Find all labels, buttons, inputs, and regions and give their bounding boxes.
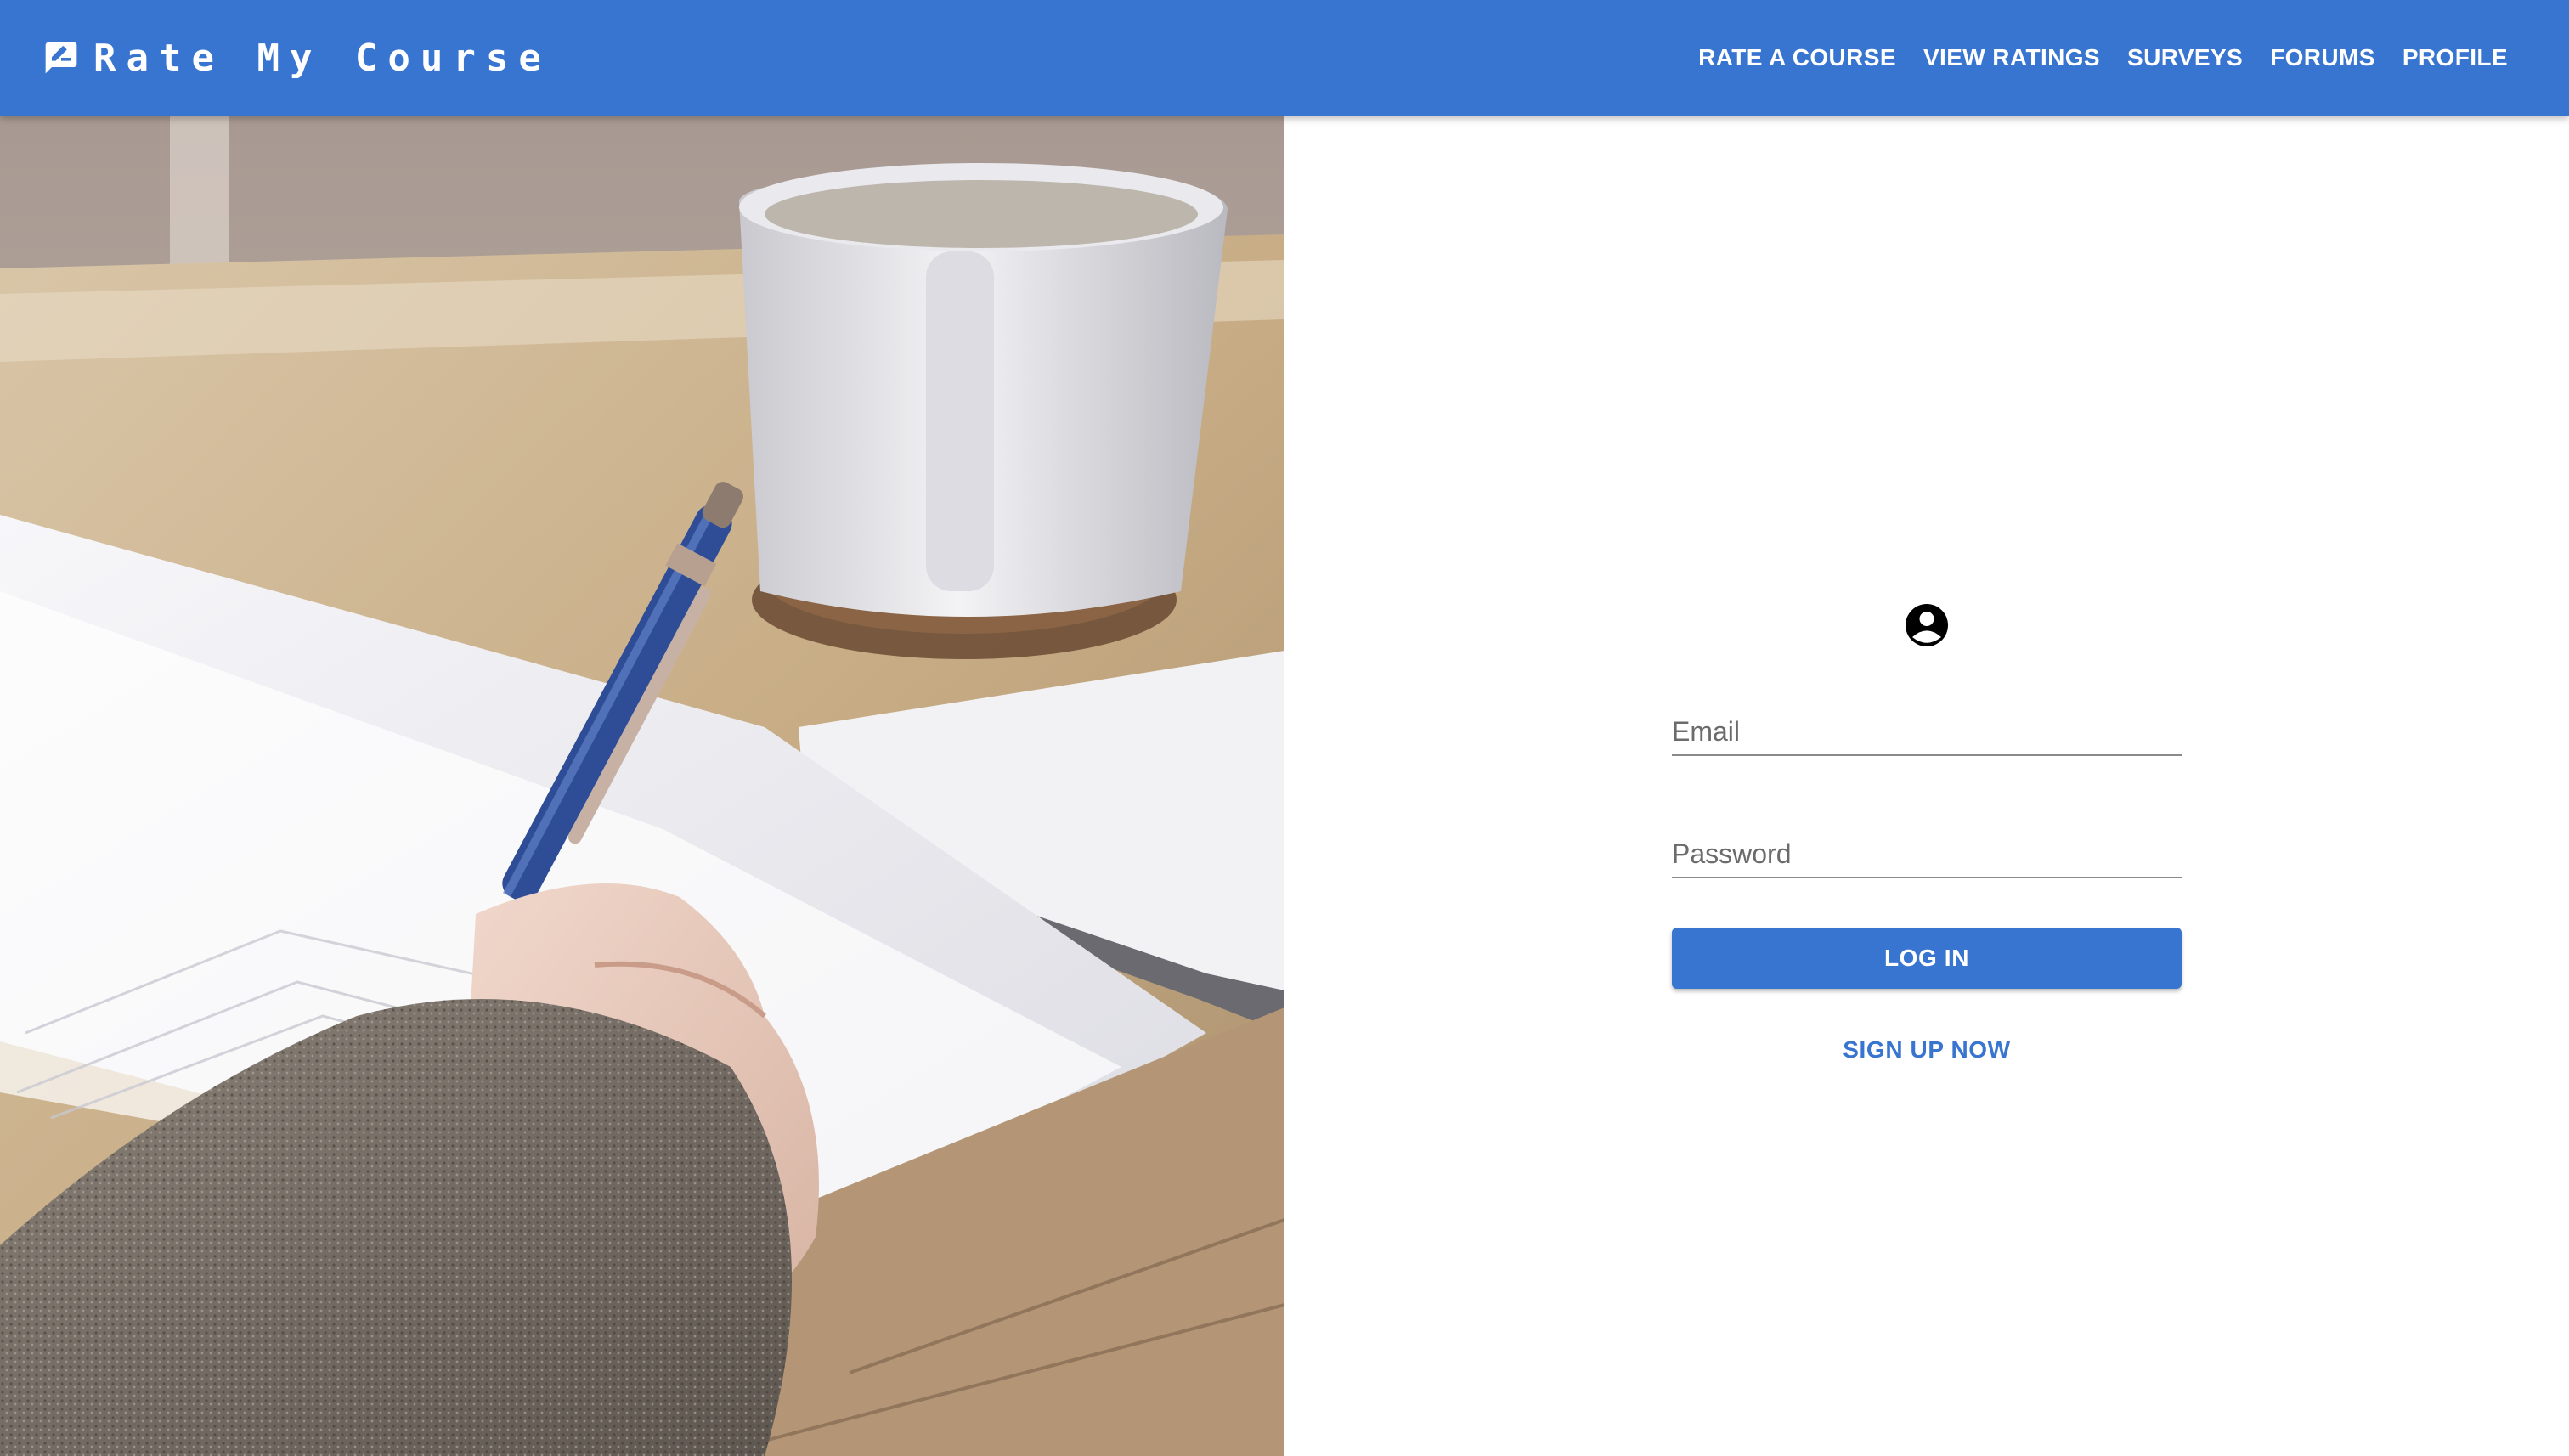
rate-review-icon: [42, 39, 80, 76]
nav-forums[interactable]: FORUMS: [2256, 34, 2389, 82]
login-button-label: LOG IN: [1883, 945, 1970, 971]
signup-link[interactable]: SIGN UP NOW: [1672, 1036, 2182, 1064]
nav-surveys[interactable]: SURVEYS: [2114, 34, 2256, 82]
password-field[interactable]: [1672, 824, 2182, 878]
email-input[interactable]: [1672, 716, 2182, 748]
login-form: LOG IN SIGN UP NOW: [1672, 600, 2182, 1064]
account-circle-icon: [1901, 600, 1952, 651]
nav-rate-a-course[interactable]: RATE A COURSE: [1685, 34, 1910, 82]
email-field[interactable]: [1672, 702, 2182, 756]
hero-photo: [0, 116, 1284, 1456]
main-nav: RATE A COURSE VIEW RATINGS SURVEYS FORUM…: [1685, 0, 2521, 116]
login-panel: LOG IN SIGN UP NOW: [1284, 116, 2569, 1456]
brand[interactable]: Rate My Course: [42, 0, 551, 116]
app-title: Rate My Course: [93, 36, 551, 80]
login-button[interactable]: LOG IN: [1672, 928, 2182, 989]
nav-view-ratings[interactable]: VIEW RATINGS: [1910, 34, 2114, 82]
app-bar: Rate My Course RATE A COURSE VIEW RATING…: [0, 0, 2569, 116]
password-input[interactable]: [1672, 838, 2182, 870]
nav-profile[interactable]: PROFILE: [2389, 34, 2521, 82]
